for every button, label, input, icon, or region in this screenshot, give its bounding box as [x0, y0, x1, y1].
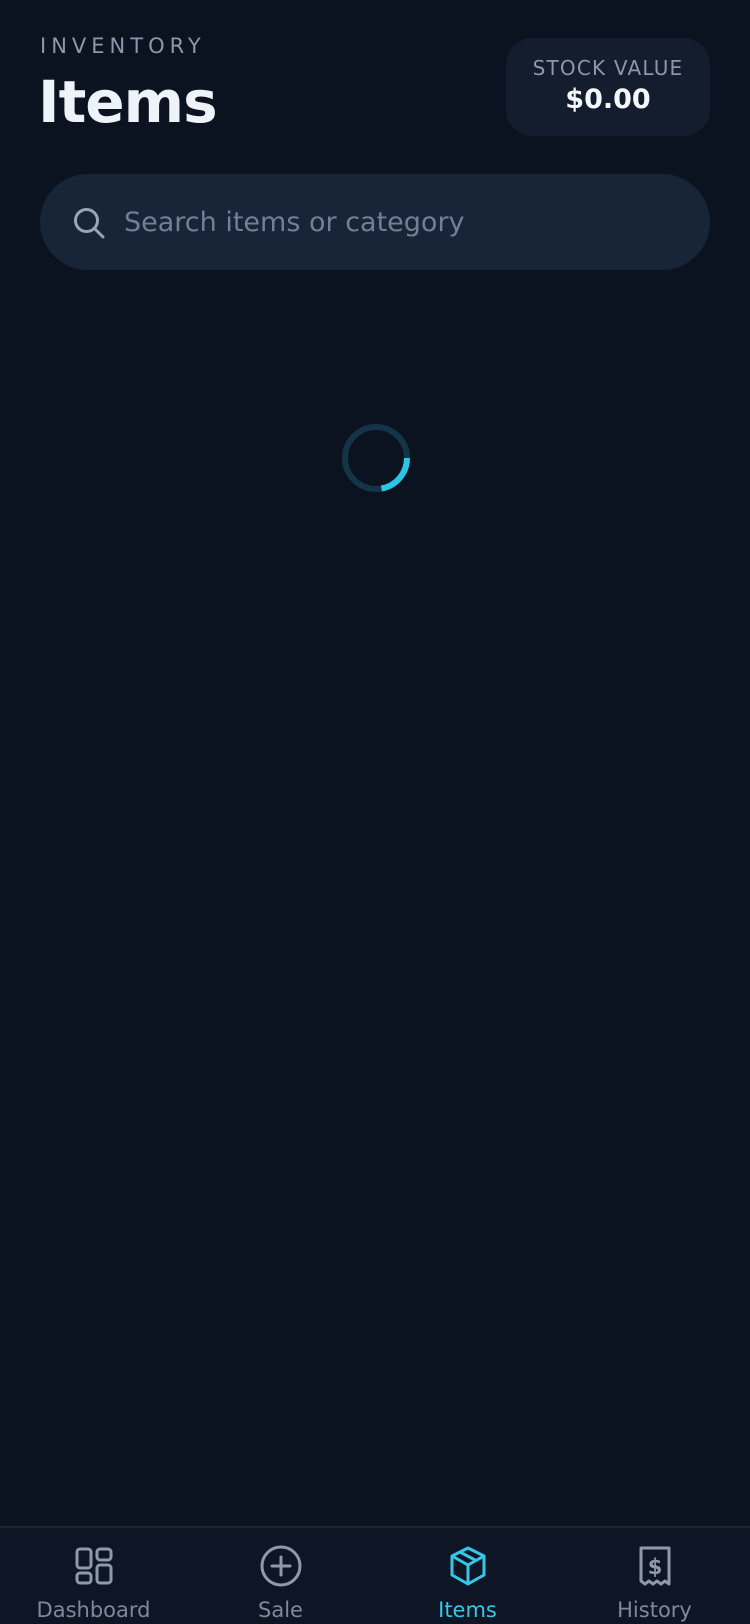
- search-icon: [74, 208, 105, 239]
- plus-circle-icon: [260, 1545, 301, 1587]
- receipt-icon: $: [639, 1546, 670, 1586]
- box-icon: [450, 1546, 485, 1586]
- section-eyebrow: INVENTORY: [40, 34, 206, 58]
- nav-label-history: History: [617, 1598, 692, 1622]
- search-bar[interactable]: [40, 174, 710, 270]
- nav-item-dashboard[interactable]: Dashboard: [0, 1528, 187, 1624]
- nav-label-items: Items: [438, 1598, 497, 1622]
- svg-text:$: $: [647, 1555, 662, 1579]
- dashboard-grid-icon: [75, 1547, 112, 1585]
- stock-value-card: STOCK VALUE $0.00: [506, 38, 710, 136]
- stock-value-amount: $0.00: [565, 84, 651, 115]
- nav-item-items[interactable]: Items: [374, 1528, 561, 1624]
- stock-value-label: STOCK VALUE: [532, 56, 684, 80]
- nav-item-sale[interactable]: Sale: [187, 1528, 374, 1624]
- bottom-nav: Dashboard Sale Items $ History: [0, 1526, 750, 1624]
- search-input[interactable]: [124, 174, 684, 270]
- page-title: Items: [38, 68, 218, 136]
- nav-label-sale: Sale: [258, 1598, 303, 1622]
- nav-item-history[interactable]: $ History: [561, 1528, 748, 1624]
- loading-spinner-icon: [342, 424, 410, 492]
- nav-label-dashboard: Dashboard: [36, 1598, 151, 1622]
- items-screen: INVENTORY Items STOCK VALUE $0.00 Dashbo…: [0, 0, 750, 1624]
